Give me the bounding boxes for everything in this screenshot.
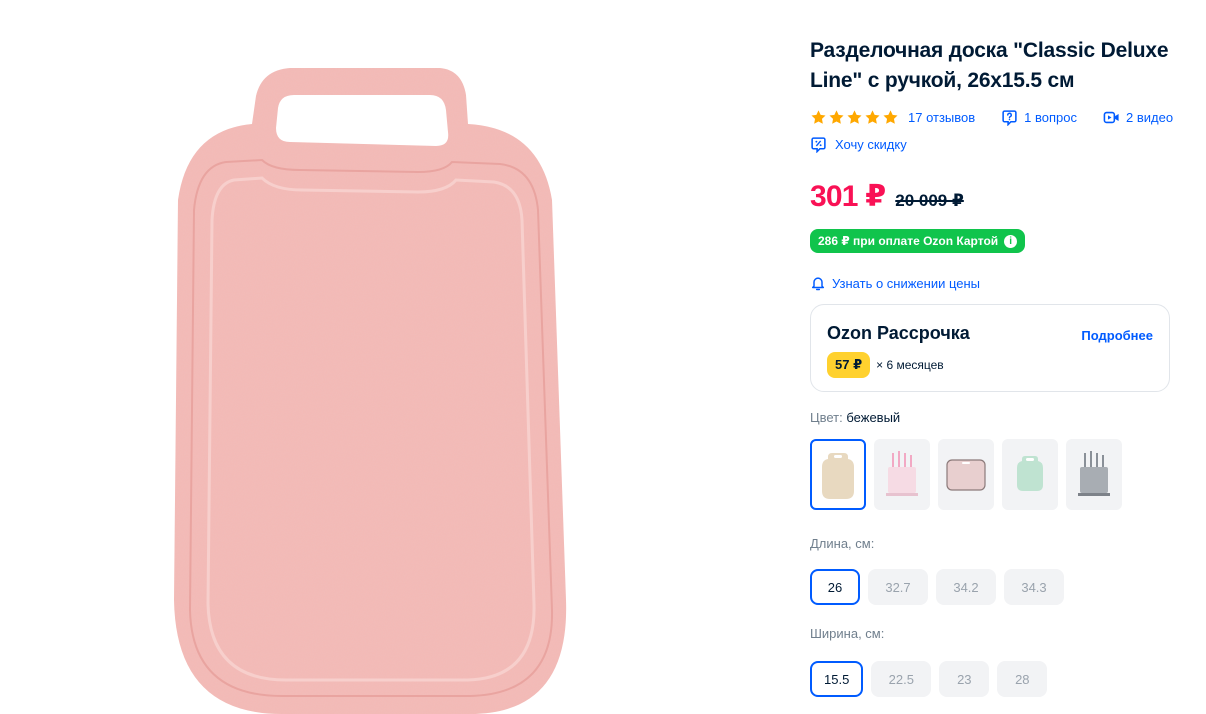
- videos-label: 2 видео: [1126, 109, 1174, 125]
- color-swatch-beige[interactable]: [810, 439, 866, 510]
- product-meta: 17 отзывов 1 вопрос 2 видео: [810, 107, 1173, 127]
- star-icon: [865, 109, 880, 124]
- gray-knife-set-thumbnail: [1078, 451, 1110, 496]
- color-label: Цвет: бежевый: [810, 410, 1172, 428]
- product-title: Разделочная доска "Classic Deluxe Line" …: [810, 39, 1169, 92]
- ozon-card-price-label: 286 ₽ при оплате Ozon Картой: [818, 234, 999, 248]
- width-option[interactable]: 28: [997, 661, 1048, 697]
- star-icon: [811, 109, 826, 124]
- color-value: бежевый: [846, 410, 901, 425]
- question-bubble-icon: [1002, 109, 1017, 126]
- questions-label: 1 вопрос: [1024, 109, 1078, 125]
- width-option[interactable]: 15.5: [810, 661, 864, 697]
- cutting-board-image: [174, 68, 567, 714]
- installment-more-link[interactable]: Подробнее: [1081, 328, 1153, 343]
- installment-amount: 57 ₽: [827, 352, 871, 378]
- reviews-link[interactable]: 17 отзывов: [908, 110, 975, 125]
- price-drop-alert-label: Узнать о снижении цены: [832, 275, 981, 291]
- product-info: Разделочная доска "Classic Deluxe Line" …: [810, 36, 1173, 697]
- price-block: 301 ₽ 20 009 ₽: [810, 179, 1172, 215]
- width-option[interactable]: 22.5: [871, 661, 932, 697]
- color-swatches: [810, 439, 1172, 510]
- length-option[interactable]: 32.7: [868, 569, 928, 605]
- width-options: 15.5 22.5 23 28: [810, 661, 1172, 697]
- want-discount-label: Хочу скидку: [835, 136, 907, 152]
- installment-terms: 57 ₽ × 6 месяцев: [827, 352, 1153, 378]
- length-label: Длина, см:: [810, 536, 875, 551]
- product-image[interactable]: [0, 0, 770, 714]
- current-price: 301 ₽: [810, 180, 886, 213]
- color-label-text: Цвет:: [810, 410, 843, 425]
- old-price: 20 009 ₽: [895, 191, 964, 210]
- discount-icon: [811, 136, 826, 153]
- star-icon: [829, 109, 844, 124]
- pink-board-thumbnail: [946, 459, 986, 491]
- info-icon[interactable]: i: [1004, 234, 1018, 248]
- color-swatch-gray-set[interactable]: [1066, 439, 1122, 510]
- color-swatch-green[interactable]: [1002, 439, 1058, 510]
- ozon-card-price-badge[interactable]: 286 ₽ при оплате Ozon Картой i: [810, 229, 1026, 253]
- length-option[interactable]: 26: [810, 569, 860, 605]
- color-swatch-pink-board[interactable]: [938, 439, 994, 510]
- questions-link[interactable]: 1 вопрос: [1001, 109, 1077, 126]
- installment-months: × 6 месяцев: [876, 358, 944, 372]
- color-swatch-pink-set[interactable]: [874, 439, 930, 510]
- width-label: Ширина, см:: [810, 626, 885, 641]
- want-discount-link[interactable]: Хочу скидку: [810, 135, 1172, 153]
- length-options: 26 32.7 34.2 34.3: [810, 569, 1172, 605]
- width-option[interactable]: 23: [939, 661, 990, 697]
- beige-board-thumbnail: [822, 453, 854, 499]
- installment-card[interactable]: Ozon Рассрочка Подробнее 57 ₽ × 6 месяце…: [810, 304, 1170, 392]
- star-icon: [847, 109, 862, 124]
- videos-link[interactable]: 2 видео: [1103, 109, 1173, 126]
- rating-stars[interactable]: [810, 109, 899, 126]
- video-icon: [1103, 111, 1119, 123]
- price-drop-alert-link[interactable]: Узнать о снижении цены: [810, 274, 1172, 292]
- green-board-thumbnail: [1017, 456, 1043, 491]
- length-option[interactable]: 34.3: [1004, 569, 1064, 605]
- bell-icon: [811, 276, 825, 290]
- length-option[interactable]: 34.2: [936, 569, 996, 605]
- pink-knife-set-thumbnail: [886, 451, 918, 496]
- star-icon: [883, 109, 898, 124]
